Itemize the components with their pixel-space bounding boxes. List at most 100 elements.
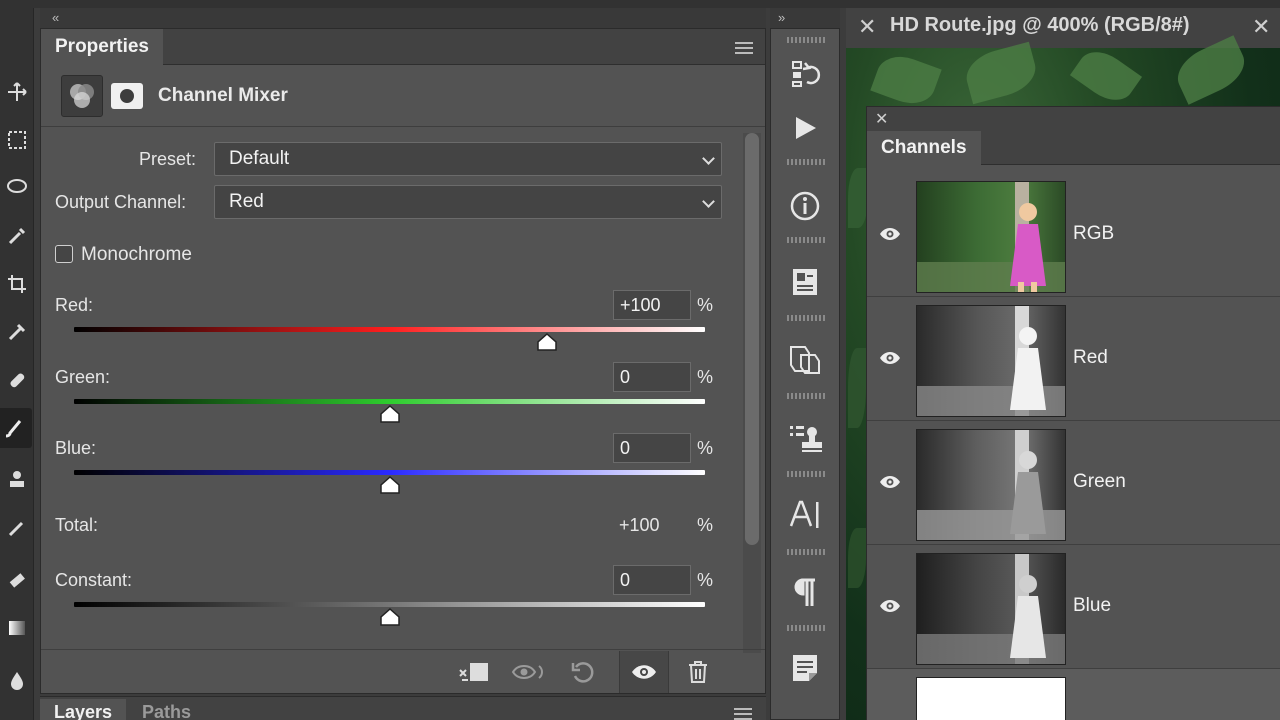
channel-thumbnail-rgb <box>916 181 1066 293</box>
quick-selection-tool-icon[interactable] <box>0 216 34 256</box>
green-value-field[interactable]: 0 <box>613 362 691 392</box>
channel-name-green: Green <box>1073 471 1126 492</box>
channel-mixer-adjustment-icon[interactable] <box>61 75 103 117</box>
tab-layers[interactable]: Layers <box>40 699 127 720</box>
reset-icon[interactable] <box>565 657 601 687</box>
channel-thumbnail-red <box>916 305 1066 417</box>
constant-value-field[interactable]: 0 <box>613 565 691 595</box>
brush-tool-icon[interactable] <box>0 408 32 448</box>
lasso-tool-icon[interactable] <box>0 168 34 208</box>
preset-value: Default <box>229 148 290 169</box>
adjustment-title: Channel Mixer <box>158 85 288 106</box>
channel-thumbnail-blue <box>916 553 1066 665</box>
layer-mask-icon[interactable] <box>111 83 143 109</box>
chevron-down-icon <box>702 152 715 165</box>
constant-unit: % <box>697 570 714 590</box>
chevron-down-icon <box>702 195 715 208</box>
collapse-left-icon[interactable]: « <box>52 10 59 25</box>
panel-menu-icon[interactable] <box>735 42 753 54</box>
constant-slider-thumb[interactable] <box>379 607 400 626</box>
green-unit: % <box>697 367 714 387</box>
expand-dock-icon[interactable]: » <box>778 10 785 25</box>
green-label: Green: <box>55 367 111 387</box>
channel-name-red: Red <box>1073 347 1108 368</box>
channel-row-mask[interactable] <box>867 669 1280 720</box>
red-slider-track[interactable] <box>74 327 705 332</box>
blue-slider-thumb[interactable] <box>379 475 400 494</box>
channel-thumbnail-mask <box>916 677 1066 720</box>
preset-label: Preset: <box>139 149 197 169</box>
dock-collapse-row: » <box>770 8 840 28</box>
dock-grip[interactable] <box>787 393 825 399</box>
green-slider-thumb[interactable] <box>379 404 400 423</box>
total-label: Total: <box>55 515 99 535</box>
move-tool-icon[interactable] <box>0 72 34 112</box>
close-document-icon[interactable]: ✕ <box>858 14 876 40</box>
output-channel-value: Red <box>229 191 264 212</box>
dock-grip[interactable] <box>787 625 825 631</box>
info-icon[interactable] <box>771 181 839 231</box>
red-slider-thumb[interactable] <box>537 332 557 351</box>
eyedropper-tool-icon[interactable] <box>0 312 34 352</box>
layer-comps-icon[interactable] <box>771 334 839 384</box>
properties-panel: Properties Channel Mixer Preset: Default… <box>40 28 766 694</box>
dock-grip[interactable] <box>787 237 825 243</box>
toggle-visibility-icon[interactable] <box>619 651 669 693</box>
tab-properties[interactable]: Properties <box>41 29 163 65</box>
dock-grip[interactable] <box>787 549 825 555</box>
trash-icon[interactable] <box>680 657 716 687</box>
red-label: Red: <box>55 295 94 315</box>
clone-source-icon[interactable] <box>771 413 839 463</box>
output-channel-select[interactable]: Red <box>214 185 722 219</box>
close-icon[interactable]: ✕ <box>1252 14 1270 40</box>
eye-icon[interactable] <box>879 351 901 365</box>
marquee-tool-icon[interactable] <box>0 120 34 160</box>
document-tab[interactable]: ✕ HD Route.jpg @ 400% (RGB/8#) ✕ <box>846 8 1280 48</box>
green-slider-track[interactable] <box>74 399 705 404</box>
view-previous-state-icon[interactable] <box>511 657 547 687</box>
gradient-tool-icon[interactable] <box>0 608 34 648</box>
notes-icon[interactable] <box>771 643 839 693</box>
tab-paths[interactable]: Paths <box>128 699 205 720</box>
libraries-icon[interactable] <box>771 257 839 307</box>
channel-name-rgb: RGB <box>1073 223 1115 244</box>
red-value-field[interactable]: +100 <box>613 290 691 320</box>
paragraph-icon[interactable] <box>771 567 839 617</box>
channel-row-rgb[interactable]: RGB <box>867 173 1280 297</box>
eye-icon[interactable] <box>879 227 901 241</box>
channel-row-red[interactable]: Red <box>867 297 1280 421</box>
close-channels-icon[interactable]: ✕ <box>875 109 888 129</box>
character-icon[interactable] <box>771 489 839 539</box>
eye-icon[interactable] <box>879 599 901 613</box>
blue-value-field[interactable]: 0 <box>613 433 691 463</box>
healing-brush-tool-icon[interactable] <box>0 360 34 400</box>
layers-menu-icon[interactable] <box>734 708 752 720</box>
channel-row-blue[interactable]: Blue <box>867 545 1280 669</box>
tab-channels[interactable]: Channels <box>867 131 981 165</box>
channel-row-green[interactable]: Green <box>867 421 1280 545</box>
constant-slider-track[interactable] <box>74 602 705 607</box>
channels-tabbar: ✕ Channels <box>867 107 1280 165</box>
dock-grip[interactable] <box>787 315 825 321</box>
eye-icon[interactable] <box>879 475 901 489</box>
eraser-tool-icon[interactable] <box>0 560 34 600</box>
clip-to-layer-icon[interactable] <box>455 657 491 687</box>
dock-grip[interactable] <box>787 37 825 43</box>
dock-grip[interactable] <box>787 471 825 477</box>
adjustment-header: Channel Mixer <box>41 65 765 127</box>
dock-grip[interactable] <box>787 159 825 165</box>
properties-tabbar: Properties <box>41 29 765 65</box>
properties-scrollbar-thumb[interactable] <box>745 133 759 545</box>
panel-collapse-row: « » <box>40 8 784 28</box>
monochrome-checkbox[interactable] <box>55 245 73 263</box>
history-brush-tool-icon[interactable] <box>0 508 34 548</box>
canvas-foliage <box>961 41 1041 105</box>
history-icon[interactable] <box>771 49 839 99</box>
crop-tool-icon[interactable] <box>0 264 34 304</box>
preset-select[interactable]: Default <box>214 142 722 176</box>
blue-slider-track[interactable] <box>74 470 705 475</box>
blur-tool-icon[interactable] <box>0 660 34 700</box>
clone-stamp-tool-icon[interactable] <box>0 460 34 500</box>
red-unit: % <box>697 295 714 315</box>
actions-play-icon[interactable] <box>771 103 839 153</box>
